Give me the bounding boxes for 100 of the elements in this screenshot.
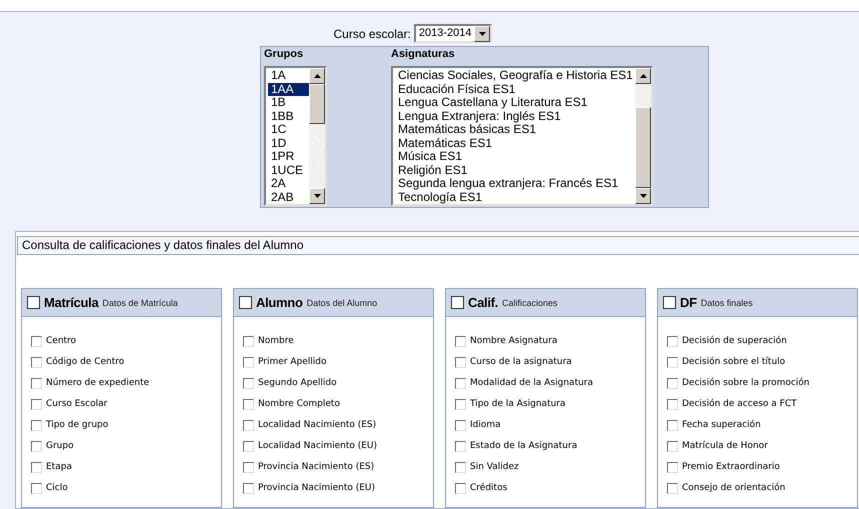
checkbox[interactable] [27,296,40,309]
list-option[interactable]: 1UCE [268,164,309,177]
list-option[interactable]: 1D [268,136,309,150]
school-year-label: Curso escolar: [334,26,411,42]
subjects-heading: Asignaturas [391,47,456,61]
field-option-label[interactable]: Tipo de la Asignatura [470,399,566,410]
checkbox[interactable] [31,378,42,389]
checkbox[interactable] [451,296,464,309]
checkbox[interactable] [31,462,42,473]
list-option[interactable]: Religión ES1 [395,164,635,177]
field-option-label[interactable]: Decisión de acceso a FCT [682,399,797,410]
checkbox[interactable] [455,399,466,410]
field-option-label[interactable]: Matrícula de Honor [682,441,768,452]
list-option[interactable]: 1BB [268,110,309,123]
checkbox[interactable] [455,357,466,368]
field-option-label[interactable]: Ciclo [46,483,68,494]
checkbox[interactable] [243,420,254,431]
field-option-label[interactable]: Decisión de superación [682,336,787,347]
list-option[interactable]: 1A [268,69,309,82]
field-option-label[interactable]: Provincia Nacimiento (ES) [258,462,374,473]
field-option-label[interactable]: Consejo de orientación [682,483,786,494]
checkbox[interactable] [455,483,466,494]
field-option-label[interactable]: Estado de la Asignatura [470,441,578,452]
field-option-label[interactable]: Primer Apellido [258,357,326,368]
checkbox[interactable] [243,462,254,473]
groups-heading: Grupos [264,47,304,61]
checkbox[interactable] [243,378,254,389]
checkbox[interactable] [667,399,678,410]
field-option-label[interactable]: Grupo [46,441,74,452]
field-option-label[interactable]: Nombre Asignatura [470,336,558,347]
checkbox[interactable] [667,378,678,389]
checkbox[interactable] [31,420,42,431]
checkbox[interactable] [667,441,678,452]
list-option[interactable]: Ciencias Sociales, Geografía e Historia ES1 [395,69,635,82]
checkbox[interactable] [31,357,42,368]
list-option[interactable]: 2AB [268,190,309,204]
checkbox[interactable] [243,357,254,368]
checkbox[interactable] [31,483,42,494]
list-option[interactable]: Lengua Castellana y Literatura ES1 [395,96,635,110]
checkbox[interactable] [663,296,676,309]
list-box[interactable]: 1A 1AA 1B 1BB 1C 1D 1PR 1UCE 2A 2AB [264,66,327,206]
checkbox[interactable] [667,483,678,494]
list-box[interactable] [391,66,653,206]
field-option-label[interactable]: Tipo de grupo [46,420,108,431]
list-option[interactable]: Segunda lengua extranjera: Francés ES1 [395,177,635,190]
scroll-thumb[interactable] [635,106,651,188]
list-option[interactable]: Tecnología ES1 [395,190,635,204]
checkbox[interactable] [667,357,678,368]
checkbox[interactable] [31,336,42,347]
field-option-label[interactable]: Centro [46,336,76,347]
checkbox[interactable] [455,336,466,347]
field-option-label[interactable]: Fecha superación [682,420,761,431]
field-option-label[interactable]: Localidad Nacimiento (ES) [258,420,376,431]
field-group-subtitle: Calificaciones [502,296,558,310]
school-year-select[interactable]: 2013-2014 [414,24,492,43]
checkbox[interactable] [243,441,254,452]
scrollbar[interactable] [635,68,651,204]
checkbox[interactable] [243,483,254,494]
checkbox[interactable] [243,399,254,410]
list-option[interactable]: Música ES1 [395,150,635,164]
field-option-label[interactable]: Provincia Nacimiento (EU) [258,483,376,494]
field-option-label[interactable]: Curso de la asignatura [470,357,572,368]
field-option-label[interactable]: Decisión sobre el título [682,357,786,368]
field-option-label[interactable]: Premio Extraordinario [682,462,780,473]
checkbox[interactable] [455,420,466,431]
list-option[interactable]: 1C [268,123,309,136]
list-option[interactable]: Matemáticas ES1 [395,136,635,150]
checkbox[interactable] [243,336,254,347]
field-option-label[interactable]: Localidad Nacimiento (EU) [258,441,378,452]
field-option-label[interactable]: Decisión sobre la promoción [682,378,810,389]
field-option-label[interactable]: Nombre Completo [258,399,340,410]
scroll-thumb[interactable] [309,84,325,124]
field-option-label[interactable]: Código de Centro [46,357,124,368]
list-option[interactable]: Educación Física ES1 [395,82,635,96]
scrollbar[interactable] [309,68,325,204]
checkbox[interactable] [239,296,252,309]
list-option[interactable]: Lengua Extranjera: Inglés ES1 [395,110,635,123]
field-option-label[interactable]: Segundo Apellido [258,378,337,389]
list-option[interactable]: 2A [268,177,309,190]
field-option-label[interactable]: Idioma [470,420,501,431]
field-option-label[interactable]: Créditos [470,483,508,494]
field-option-label[interactable]: Nombre [258,336,294,347]
list-option[interactable]: 1PR [268,150,309,164]
checkbox[interactable] [31,399,42,410]
checkbox[interactable] [667,420,678,431]
list-option[interactable]: 1B [268,96,309,110]
checkbox[interactable] [455,462,466,473]
checkbox[interactable] [455,441,466,452]
checkbox[interactable] [31,441,42,452]
list-option[interactable]: 1AA [268,82,309,96]
checkbox[interactable] [455,378,466,389]
list-option[interactable]: Matemáticas básicas ES1 [395,123,635,136]
field-option-label[interactable]: Curso Escolar [46,399,108,410]
checkbox[interactable] [667,462,678,473]
field-group-name: Alumno [256,294,303,312]
checkbox[interactable] [667,336,678,347]
field-option-label[interactable]: Modalidad de la Asignatura [470,378,594,389]
field-option-label[interactable]: Etapa [46,462,72,473]
field-option-label[interactable]: Número de expediente [46,378,150,389]
field-option-label[interactable]: Sin Validez [470,462,519,473]
